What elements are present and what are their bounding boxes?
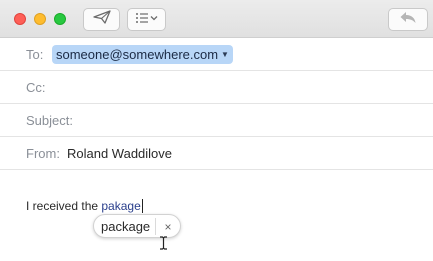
reply-arrow-icon (399, 11, 417, 29)
subject-label: Subject: (26, 113, 73, 128)
to-label: To: (26, 47, 44, 62)
cc-label: Cc: (26, 80, 46, 95)
spelling-suggestion-word[interactable]: package (101, 219, 150, 234)
from-label: From: (26, 146, 60, 161)
reply-button[interactable] (388, 8, 428, 31)
body-text-prefix: I received the (26, 199, 102, 213)
subject-row[interactable]: Subject: (0, 104, 433, 137)
suggestion-divider (155, 218, 156, 235)
from-account[interactable]: Roland Waddilove (67, 146, 172, 161)
send-button[interactable] (83, 8, 120, 31)
window-toolbar (0, 0, 433, 38)
recipient-token[interactable]: someone@somewhere.com ▼ (52, 45, 233, 64)
misspelled-word[interactable]: pakage (101, 199, 140, 213)
chevron-down-icon[interactable]: ▼ (221, 50, 229, 59)
dismiss-suggestion-icon[interactable]: × (160, 219, 176, 235)
close-window-button[interactable] (14, 13, 26, 25)
format-list-button[interactable] (127, 8, 166, 31)
spelling-suggestion-bubble: package × (93, 214, 181, 238)
from-row[interactable]: From: Roland Waddilove (0, 137, 433, 170)
zoom-window-button[interactable] (54, 13, 66, 25)
cc-row[interactable]: Cc: (0, 71, 433, 104)
minimize-window-button[interactable] (34, 13, 46, 25)
message-body[interactable]: I received the pakage (26, 199, 143, 213)
recipient-address: someone@somewhere.com (56, 47, 219, 62)
paper-plane-icon (92, 10, 111, 29)
list-icon (135, 11, 159, 29)
text-caret (141, 199, 143, 213)
ibeam-cursor-icon (159, 236, 168, 255)
